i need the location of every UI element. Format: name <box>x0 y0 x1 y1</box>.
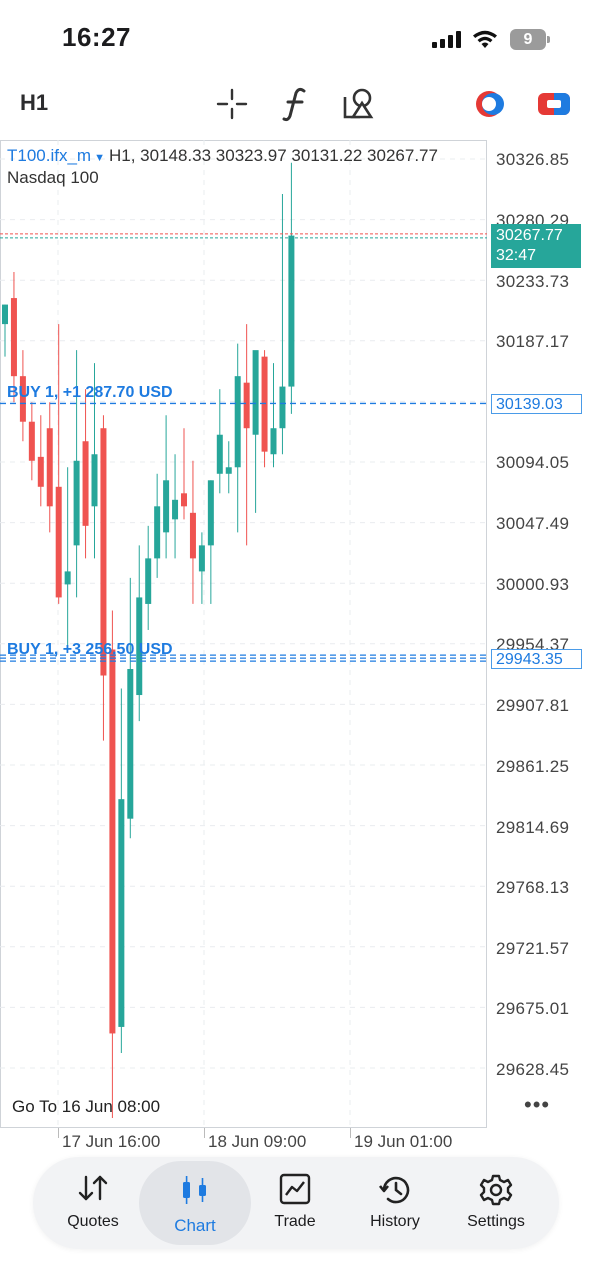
candle-body <box>82 441 89 526</box>
buy-position-label[interactable]: BUY 1, +1 287.70 USD <box>7 384 173 402</box>
buy-position-price: 30139.03 <box>491 394 582 414</box>
candle-body <box>216 434 223 474</box>
candle-body <box>198 545 205 572</box>
battery-tip <box>547 36 550 43</box>
candle-body <box>100 428 107 676</box>
price-label: 30326.85 <box>496 150 570 169</box>
price-label: 29814.69 <box>496 818 570 837</box>
candle-body <box>127 669 134 819</box>
candle-body <box>37 456 44 487</box>
price-label: 29675.01 <box>496 999 570 1018</box>
one-click-trading-icon[interactable] <box>537 91 571 117</box>
history-icon <box>378 1176 410 1204</box>
candle-body <box>207 480 214 546</box>
symbol-header: T100.ifx_m ▼ H1, 30148.33 30323.97 30131.2… <box>7 146 438 166</box>
candle-body <box>270 428 277 455</box>
current-price-label: 30267.77 32:47 <box>491 224 581 268</box>
candle-body <box>64 571 71 585</box>
status-time: 16:27 <box>62 22 131 52</box>
price-label: 29721.57 <box>496 939 570 958</box>
wifi-icon <box>473 30 497 48</box>
more-options-icon[interactable]: ••• <box>524 1092 550 1118</box>
price-label: 30047.49 <box>496 514 570 533</box>
chart-icon <box>183 1176 206 1204</box>
cellular-signal-icon <box>432 31 462 48</box>
price-label: 30187.17 <box>496 332 570 351</box>
time-tick <box>204 1128 205 1138</box>
candle-body <box>288 235 295 387</box>
caret-down-icon[interactable]: ▼ <box>94 152 105 164</box>
tab-settings[interactable]: Settings <box>445 1157 547 1249</box>
crosshair-icon[interactable] <box>216 88 248 120</box>
candlestick-chart[interactable] <box>0 140 487 1128</box>
function-icon[interactable] <box>282 86 308 122</box>
price-label: 29768.13 <box>496 878 570 897</box>
candle-body <box>145 558 152 604</box>
candle-body <box>172 499 179 520</box>
price-label: 30233.73 <box>496 272 570 291</box>
goto-date-button[interactable]: Go To 16 Jun 08:00 <box>12 1097 160 1117</box>
buy-position-price: 29943.35 <box>491 649 582 669</box>
candle-body <box>91 454 98 507</box>
candle-body <box>46 428 53 507</box>
battery-icon: 9 <box>510 29 546 50</box>
trade-icon <box>279 1173 311 1205</box>
candle-body <box>252 350 259 435</box>
candle-body <box>118 799 125 1027</box>
quotes-icon <box>78 1175 108 1201</box>
settings-icon <box>479 1174 513 1206</box>
ohlc-values: H1, 30148.33 30323.97 30131.22 30267.77 <box>108 146 438 165</box>
candle-body <box>225 467 232 474</box>
buy-position-label[interactable]: BUY 1, +3 256.50 USD <box>7 641 173 659</box>
timeframe-button[interactable]: H1 <box>20 90 48 116</box>
candle-body <box>181 493 187 507</box>
trading-accounts-icon[interactable] <box>473 88 507 120</box>
time-tick <box>58 1128 59 1138</box>
bottom-navigation: Quotes Chart Trade History Settings <box>33 1157 559 1249</box>
candle-body <box>163 480 170 533</box>
candle-body <box>55 486 62 598</box>
price-label: 29628.45 <box>496 1060 570 1079</box>
tab-label: Chart <box>174 1216 216 1235</box>
objects-icon[interactable] <box>342 87 376 119</box>
tab-chart[interactable]: Chart <box>145 1157 245 1249</box>
candle-body <box>73 460 80 546</box>
candle-body <box>234 376 241 468</box>
tab-quotes[interactable]: Quotes <box>43 1157 143 1249</box>
candle-body <box>154 506 161 559</box>
price-label: 30000.93 <box>496 575 570 594</box>
candle-body <box>2 304 8 325</box>
time-tick <box>350 1128 351 1138</box>
tab-trade[interactable]: Trade <box>245 1157 345 1249</box>
tab-label: Settings <box>467 1213 525 1230</box>
candle-body <box>261 356 268 452</box>
bar-countdown: 32:47 <box>496 247 537 264</box>
time-label: 18 Jun 09:00 <box>208 1132 307 1151</box>
price-label: 30094.05 <box>496 453 570 472</box>
time-label: 19 Jun 01:00 <box>354 1132 453 1151</box>
time-label: 17 Jun 16:00 <box>62 1132 161 1151</box>
price-label: 29907.81 <box>496 696 570 715</box>
candle-body <box>189 512 196 559</box>
candle-body <box>279 386 286 429</box>
tab-label: Quotes <box>67 1213 119 1230</box>
current-price: 30267.77 <box>496 227 563 244</box>
price-label: 29861.25 <box>496 757 570 776</box>
candle-body <box>109 649 116 1034</box>
candle-body <box>28 421 35 461</box>
symbol-description: Nasdaq 100 <box>7 168 99 187</box>
symbol-selector[interactable]: T100.ifx_m <box>7 146 91 165</box>
tab-history[interactable]: History <box>345 1157 445 1249</box>
tab-label: History <box>370 1213 420 1230</box>
tab-label: Trade <box>274 1213 316 1230</box>
candle-body <box>10 298 17 377</box>
candle-body <box>243 382 250 429</box>
